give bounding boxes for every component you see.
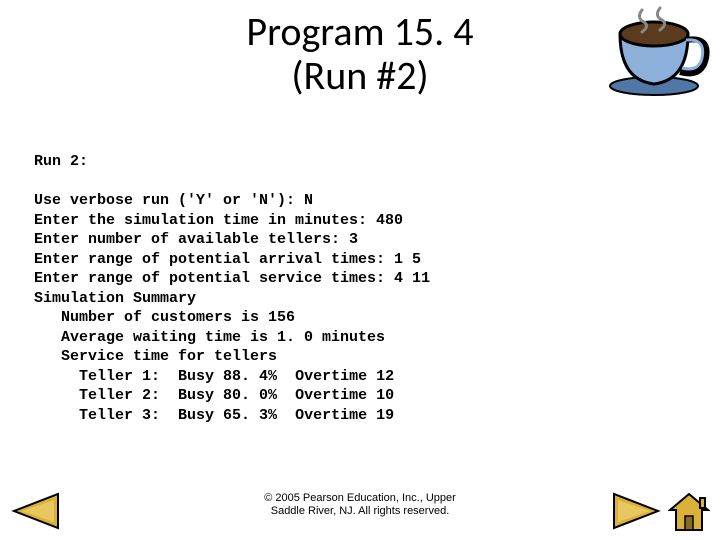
teacup-icon: [602, 6, 712, 98]
out-line-4: Enter range of potential arrival times: …: [34, 251, 421, 268]
teller-name: Teller 1:: [79, 368, 160, 385]
teller-name: Teller 3:: [79, 407, 160, 424]
out-line-7: Number of customers is 156: [34, 309, 295, 326]
next-button[interactable]: [610, 490, 664, 532]
copyright-line-1: © 2005 Pearson Education, Inc., Upper: [264, 492, 456, 504]
program-output: Run 2: Use verbose run ('Y' or 'N'): N E…: [34, 152, 430, 425]
out-line-1: Use verbose run ('Y' or 'N'): N: [34, 192, 313, 209]
teller-row: Teller 3: Busy 65. 3% Overtime 19: [34, 407, 394, 424]
out-line-2: Enter the simulation time in minutes: 48…: [34, 212, 403, 229]
previous-button[interactable]: [8, 490, 62, 532]
out-line-8: Average waiting time is 1. 0 minutes: [34, 329, 385, 346]
teller-over: Overtime 10: [295, 387, 394, 404]
out-line-3: Enter number of available tellers: 3: [34, 231, 358, 248]
title-line-2: (Run #2): [291, 51, 428, 100]
teller-over: Overtime 19: [295, 407, 394, 424]
copyright-line-2: Saddle River, NJ. All rights reserved.: [271, 505, 450, 517]
teller-busy: Busy 65. 3%: [178, 407, 277, 424]
teller-over: Overtime 12: [295, 368, 394, 385]
teller-row: Teller 1: Busy 88. 4% Overtime 12: [34, 368, 394, 385]
title-line-1: Program 15. 4: [246, 7, 473, 56]
out-line-5: Enter range of potential service times: …: [34, 270, 430, 287]
home-button[interactable]: [668, 492, 710, 532]
out-line-9: Service time for tellers: [34, 348, 277, 365]
out-line-6: Simulation Summary: [34, 290, 196, 307]
slide: Program 15. 4 (Run #2) Run 2: Use verbos…: [0, 0, 720, 540]
run-label: Run 2:: [34, 153, 88, 170]
teller-busy: Busy 88. 4%: [178, 368, 277, 385]
teller-name: Teller 2:: [79, 387, 160, 404]
teller-row: Teller 2: Busy 80. 0% Overtime 10: [34, 387, 394, 404]
teller-busy: Busy 80. 0%: [178, 387, 277, 404]
